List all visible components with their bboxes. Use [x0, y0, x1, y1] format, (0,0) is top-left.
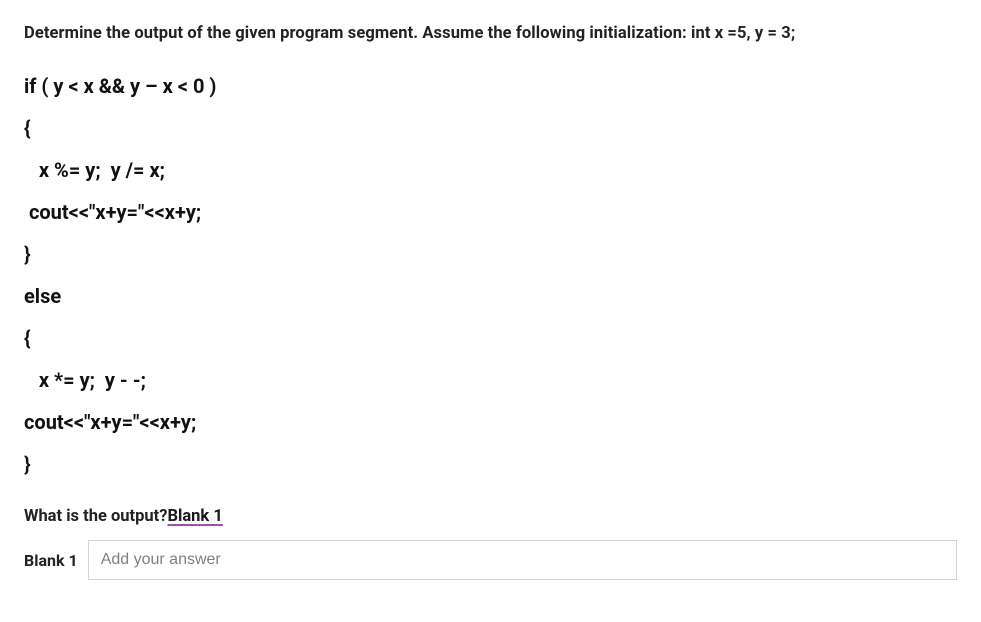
- code-line: if ( y < x && y – x < 0 ): [24, 65, 957, 107]
- code-line: x *= y; y - -;: [24, 359, 957, 401]
- question-header: Determine the output of the given progra…: [24, 24, 957, 43]
- output-prompt-prefix: What is the output?: [24, 507, 167, 526]
- code-line: else: [24, 275, 957, 317]
- answer-input[interactable]: [88, 540, 957, 580]
- code-line: }: [24, 233, 957, 275]
- code-line: {: [24, 317, 957, 359]
- output-prompt: What is the output?Blank 1: [24, 507, 957, 526]
- code-block: if ( y < x && y – x < 0 ) { x %= y; y /=…: [24, 65, 957, 485]
- code-line: }: [24, 443, 957, 485]
- answer-row: Blank 1: [24, 540, 957, 580]
- code-line: x %= y; y /= x;: [24, 149, 957, 191]
- code-line: {: [24, 107, 957, 149]
- blank-link[interactable]: Blank 1: [167, 507, 222, 526]
- code-line: cout<<"x+y="<<x+y;: [24, 401, 957, 443]
- blank-label: Blank 1: [24, 551, 78, 570]
- code-line: cout<<"x+y="<<x+y;: [24, 191, 957, 233]
